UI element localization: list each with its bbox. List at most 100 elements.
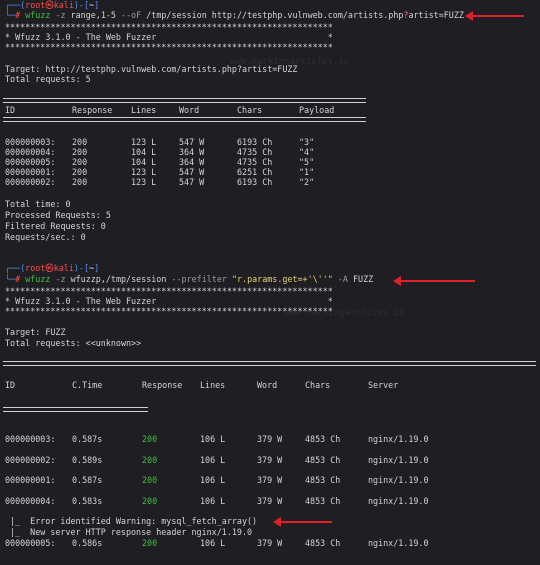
table-cell: 547 W	[179, 177, 205, 187]
stars-line: ****************************************…	[5, 286, 333, 296]
table-cell: 200	[142, 475, 158, 485]
table-cell: 379 W	[257, 454, 283, 465]
table-cell: 6193 Ch	[237, 137, 273, 147]
table-cell: nginx/1.19.0	[368, 454, 429, 465]
table-cell: 200	[72, 137, 88, 147]
table-cell: 123 L	[131, 167, 157, 177]
table-cell: 379 W	[257, 475, 283, 485]
column-header: Server	[368, 380, 399, 390]
table-cell: 123 L	[131, 137, 157, 147]
table-cell: 000000005:	[5, 538, 56, 548]
table-cell: 547 W	[179, 167, 205, 177]
table-cell: "2"	[299, 177, 315, 187]
prompt-user: root	[25, 0, 46, 10]
column-header: Chars	[305, 380, 331, 390]
prompt-line: ┌──(root㉿kali)-[~]	[5, 263, 100, 273]
column-header: Response	[72, 105, 113, 115]
table-cell: 000000001:	[5, 475, 56, 485]
terminal-window[interactable]: www.hackingarticles.in www.hackingarticl…	[0, 0, 540, 565]
table-cell: 4853 Ch	[305, 538, 341, 548]
target-line: Target: FUZZ	[5, 327, 66, 337]
summary-line: Requests/sec.: 0	[5, 232, 86, 242]
prompt-line: ┌──(root㉿kali)-[~]	[5, 0, 100, 10]
summary-line: Total time: 0	[5, 199, 71, 209]
table-cell: 4853 Ch	[305, 434, 341, 444]
table-cell: 200	[72, 167, 88, 177]
table-cell: 0.587s	[72, 475, 103, 485]
banner-line: * Wfuzz 3.1.0 - The Web Fuzzer *	[5, 296, 333, 306]
divider	[3, 361, 536, 366]
command-line[interactable]: └─# wfuzz -z wfuzzp,/tmp/session --prefi…	[5, 274, 373, 284]
prompt-host: kali	[53, 0, 74, 10]
table-cell: 106 L	[200, 454, 226, 465]
table-cell: 0.583s	[72, 495, 103, 506]
column-header: Lines	[200, 380, 226, 390]
column-header: Response	[142, 380, 183, 390]
note-line: |_ New server HTTP response header nginx…	[10, 527, 253, 537]
table-cell: 200	[142, 538, 158, 548]
annotation-arrow	[393, 276, 475, 286]
table-cell: 379 W	[257, 538, 283, 548]
summary-line: Processed Requests: 5	[5, 210, 111, 220]
annotation-arrow	[273, 517, 332, 527]
table-cell: 547 W	[179, 137, 205, 147]
table-cell: 000000002:	[5, 454, 56, 465]
table-cell: 000000005:	[5, 157, 56, 167]
table-cell: 000000002:	[5, 177, 56, 187]
annotation-arrow	[465, 11, 524, 21]
table-cell: 200	[142, 434, 158, 444]
table-cell: "4"	[299, 147, 315, 157]
command-line[interactable]: └─# wfuzz -z range,1-5 --oF /tmp/session…	[5, 10, 464, 20]
total-requests: Total requests: <<unknown>>	[5, 338, 142, 348]
table-cell: 0.587s	[72, 434, 103, 444]
table-cell: 0.586s	[72, 538, 103, 548]
table-cell: 104 L	[131, 147, 157, 157]
table-cell: 379 W	[257, 495, 283, 506]
table-cell: 000000004:	[5, 495, 56, 506]
table-cell: 106 L	[200, 434, 226, 444]
command-bin: wfuzz	[25, 10, 51, 20]
table-cell: 379 W	[257, 434, 283, 444]
table-cell: 6251 Ch	[237, 167, 273, 177]
table-cell: 4735 Ch	[237, 147, 273, 157]
table-cell: 000000003:	[5, 434, 56, 444]
table-cell: 4735 Ch	[237, 157, 273, 167]
note-line: |_ Error identified Warning: mysql_fetch…	[10, 516, 258, 526]
table-cell: 200	[72, 147, 88, 157]
table-cell: "3"	[299, 137, 315, 147]
table-cell: 000000004:	[5, 147, 56, 157]
table-cell: nginx/1.19.0	[368, 538, 429, 548]
table-cell: 106 L	[200, 475, 226, 485]
column-header: Word	[179, 105, 200, 115]
table-cell: "1"	[299, 167, 315, 177]
stars-line: ****************************************…	[5, 306, 333, 316]
table-cell: 000000003:	[5, 137, 56, 147]
table-cell: 104 L	[131, 157, 157, 167]
target-line: Target: http://testphp.vulnweb.com/artis…	[5, 64, 298, 74]
table-cell: 123 L	[131, 177, 157, 187]
table-cell: 0.589s	[72, 454, 103, 465]
table-cell: 4853 Ch	[305, 475, 341, 485]
summary-line: Filtered Requests: 0	[5, 221, 106, 231]
column-header: Chars	[237, 105, 263, 115]
column-header: Lines	[131, 105, 157, 115]
divider	[3, 117, 366, 122]
divider	[3, 407, 148, 412]
table-cell: 106 L	[200, 538, 226, 548]
table-cell: 4853 Ch	[305, 495, 341, 506]
column-header: ID	[5, 380, 16, 390]
column-header: C.Time	[72, 380, 103, 390]
table-cell: 200	[142, 454, 158, 465]
table-cell: 106 L	[200, 495, 226, 506]
column-header: Word	[257, 380, 278, 390]
stars-line: ****************************************…	[5, 22, 333, 32]
divider	[3, 98, 366, 103]
banner-line: * Wfuzz 3.1.0 - The Web Fuzzer *	[5, 32, 333, 42]
table-cell: 200	[72, 177, 88, 187]
table-cell: nginx/1.19.0	[368, 475, 429, 485]
column-header: Payload	[299, 105, 335, 115]
prompt-at: ㉿	[45, 0, 54, 10]
table-cell: nginx/1.19.0	[368, 495, 429, 506]
total-requests: Total requests: 5	[5, 74, 91, 84]
column-header: ID	[5, 105, 16, 115]
